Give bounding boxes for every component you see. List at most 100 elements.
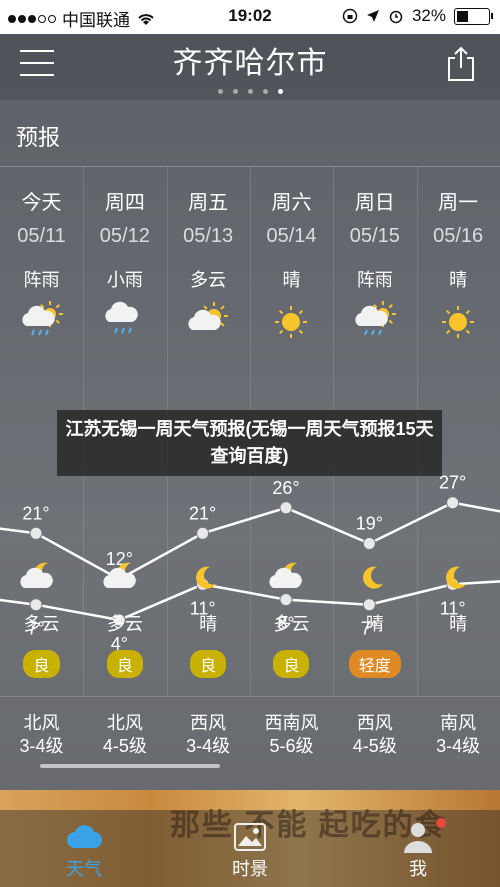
tab-scenes[interactable]: 时景 (190, 810, 310, 887)
moon-cloud-icon (269, 562, 304, 588)
tab-bar: 天气 时景 我 (0, 810, 500, 887)
day-condition: 阵雨 (23, 270, 60, 290)
moon-icon (362, 566, 383, 589)
rain-cloud-sun-icon (355, 301, 396, 336)
tab-me[interactable]: 我 (358, 810, 478, 887)
day-name: 周六 (271, 192, 312, 214)
forecast-day-column: 周日 05/15 阵雨 (333, 186, 416, 344)
page-indicator (0, 81, 500, 99)
moon-cloud-icon (103, 562, 137, 588)
notification-dot (436, 818, 446, 828)
wind-direction: 北风 (106, 713, 143, 733)
tab-me-label: 我 (409, 859, 427, 879)
day-date: 05/14 (266, 225, 317, 247)
night-icon (333, 558, 416, 598)
person-icon (404, 823, 432, 853)
wind-info: 西南风 5-6级 (250, 712, 333, 758)
day-icon (250, 300, 333, 344)
wind-info: 北风 4-5级 (83, 712, 166, 758)
high-temp-label: 21° (189, 503, 216, 523)
moon-icon (196, 566, 217, 589)
page-dot (217, 89, 223, 94)
day-date: 05/16 (433, 225, 484, 247)
high-temp-line-point (196, 526, 210, 540)
wind-info: 北风 3-4级 (0, 712, 83, 758)
forecast-day-column: 周四 05/12 小雨 (83, 186, 166, 344)
high-temp-line-point (279, 501, 293, 515)
night-icon (250, 558, 333, 598)
tab-scenes-label: 时景 (232, 859, 268, 879)
tab-weather[interactable]: 天气 (24, 810, 144, 887)
night-icon (83, 558, 166, 598)
night-icon (167, 558, 250, 598)
high-temp-label: 27° (439, 473, 466, 493)
aqi-badge: 良 (190, 650, 227, 678)
alarm-icon (389, 10, 403, 24)
day-date: 05/12 (99, 225, 150, 247)
high-temp-label: 19° (356, 514, 383, 534)
wind-level: 4-5级 (102, 736, 147, 756)
day-date: 05/11 (17, 225, 66, 247)
day-date: 05/15 (349, 225, 400, 247)
high-temp-label: 21° (22, 503, 49, 523)
day-name: 今天 (21, 192, 62, 214)
day-icon (0, 300, 83, 344)
tab-weather-label: 天气 (66, 859, 102, 879)
cloud-icon (67, 825, 102, 848)
forecast-night-column: 多云 良 (83, 558, 166, 678)
sun-icon (275, 306, 308, 338)
day-condition: 晴 (449, 270, 468, 290)
night-icon (0, 558, 83, 598)
lock-rotation-icon (342, 8, 358, 24)
aqi-badge: 良 (23, 650, 60, 678)
sun-cloud-icon (188, 302, 229, 330)
day-name: 周五 (188, 192, 229, 214)
sun-icon (442, 306, 475, 338)
high-temp-line-point (29, 526, 43, 540)
share-icon[interactable] (446, 46, 476, 82)
forecast-day-column: 周一 05/16 晴 (417, 186, 500, 344)
forecast-night-column: 晴 轻度 (333, 558, 416, 678)
day-condition: 阵雨 (356, 270, 393, 290)
forecast-day-column: 今天 05/11 阵雨 (0, 186, 83, 344)
location-arrow-icon (366, 10, 379, 22)
wind-direction: 北风 (23, 713, 60, 733)
overlay-caption: 江苏无锡一周天气预报(无锡一周天气预报15天查询百度) (57, 410, 442, 476)
high-temp-label: 26° (272, 478, 299, 498)
status-right: 32% (342, 6, 493, 26)
photo-icon (234, 823, 266, 851)
app-header: 齐齐哈尔市 (0, 34, 500, 100)
wind-direction: 西风 (190, 713, 227, 733)
forecast-night-column: 多云 良 (250, 558, 333, 678)
wind-info: 西风 4-5级 (333, 712, 416, 758)
page-dot (277, 89, 283, 94)
day-condition: 晴 (282, 270, 301, 290)
wind-level: 4-5级 (352, 736, 397, 756)
aqi-badge: 轻度 (348, 650, 401, 678)
forecast-day-column: 周五 05/13 多云 (167, 186, 250, 344)
high-temp-line-point (362, 537, 376, 550)
forecast-night-column: 多云 良 (0, 558, 83, 678)
day-icon (333, 300, 416, 344)
horizontal-scrollbar[interactable] (40, 764, 220, 768)
page-dot (232, 89, 238, 94)
wind-direction: 西风 (356, 713, 393, 733)
day-date: 05/13 (183, 225, 234, 247)
night-condition: 多云 (273, 614, 310, 634)
day-condition: 多云 (190, 270, 227, 290)
rain-cloud-icon (105, 301, 138, 334)
page-dot (247, 89, 253, 94)
wind-level: 5-6级 (269, 736, 314, 756)
night-condition: 多云 (106, 614, 143, 634)
wind-info: 南风 3-4级 (417, 712, 500, 758)
aqi-badge: 良 (106, 650, 143, 678)
city-title[interactable]: 齐齐哈尔市 (0, 38, 500, 82)
wind-level: 3-4级 (436, 736, 481, 756)
battery-icon (454, 7, 493, 25)
rain-cloud-sun-icon (21, 301, 63, 336)
night-condition: 晴 (449, 614, 468, 634)
day-condition: 小雨 (106, 270, 143, 290)
wind-info: 西风 3-4级 (167, 712, 250, 758)
night-condition: 多云 (23, 614, 60, 634)
forecast-night-column: 晴 良 (167, 558, 250, 678)
